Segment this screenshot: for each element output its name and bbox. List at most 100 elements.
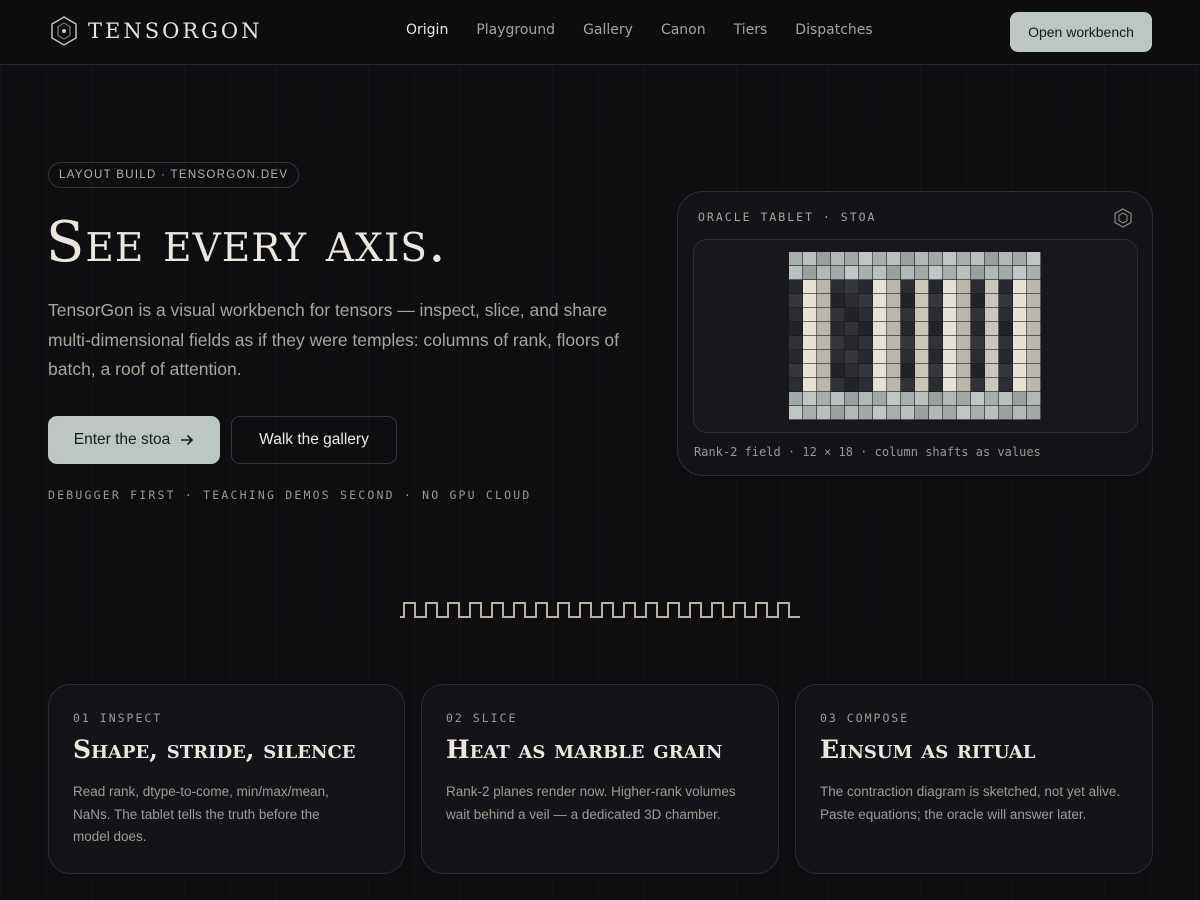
field-cell: [803, 280, 817, 294]
brand[interactable]: TENSORGON: [50, 16, 263, 46]
field-cell: [971, 322, 985, 336]
field-cell: [845, 308, 859, 322]
field-cell: [929, 378, 943, 392]
nav-link-tiers[interactable]: Tiers: [734, 22, 768, 38]
field-cell: [999, 294, 1013, 308]
card-body: Read rank, dtype-to-come, min/max/mean, …: [73, 784, 329, 844]
field-cell: [957, 336, 971, 350]
field-cell: [803, 252, 817, 266]
field-cell: [985, 364, 999, 378]
field-cell: [915, 392, 929, 406]
hero-tagline: DEBUGGER FIRST · TEACHING DEMOS SECOND ·…: [48, 488, 532, 502]
field-cell: [901, 364, 915, 378]
field-cell: [971, 364, 985, 378]
field-cell: [1027, 378, 1041, 392]
field-cell: [985, 392, 999, 406]
field-cell: [887, 350, 901, 364]
field-cell: [831, 252, 845, 266]
field-cell: [803, 406, 817, 420]
field-cell: [873, 308, 887, 322]
field-cell: [943, 252, 957, 266]
field-cell: [817, 336, 831, 350]
field-cell: [887, 392, 901, 406]
field-cell: [943, 378, 957, 392]
field-cell: [915, 364, 929, 378]
field-cell: [873, 336, 887, 350]
card-title: Shape, stride, silence: [73, 735, 356, 764]
field-cell: [859, 308, 873, 322]
field-cell: [1013, 322, 1027, 336]
field-cell: [859, 406, 873, 420]
field-cell: [929, 266, 943, 280]
field-cell: [929, 392, 943, 406]
field-cell: [831, 266, 845, 280]
tensor-field-heatmap[interactable]: [789, 252, 1041, 420]
field-cell: [901, 322, 915, 336]
field-cell: [803, 364, 817, 378]
field-cell: [789, 350, 803, 364]
field-cell: [929, 336, 943, 350]
field-cell: [943, 280, 957, 294]
field-cell: [943, 266, 957, 280]
field-cell: [789, 364, 803, 378]
field-cell: [1027, 392, 1041, 406]
hexagon-icon[interactable]: [1114, 208, 1132, 228]
field-cell: [915, 252, 929, 266]
nav-link-canon[interactable]: Canon: [661, 22, 706, 38]
field-cell: [1013, 350, 1027, 364]
field-cell: [999, 350, 1013, 364]
hero-title: See every axis.: [46, 210, 447, 275]
field-cell: [803, 266, 817, 280]
nav-link-playground[interactable]: Playground: [476, 22, 555, 38]
field-cell: [971, 392, 985, 406]
greek-key-divider: [400, 602, 800, 618]
field-cell: [817, 364, 831, 378]
nav-link-gallery[interactable]: Gallery: [583, 22, 633, 38]
field-cell: [1013, 252, 1027, 266]
field-cell: [831, 392, 845, 406]
field-cell: [817, 294, 831, 308]
field-cell: [789, 378, 803, 392]
field-cell: [957, 406, 971, 420]
field-cell: [831, 378, 845, 392]
nav-link-dispatches[interactable]: Dispatches: [795, 22, 872, 38]
field-cell: [845, 252, 859, 266]
tensor-field-pad[interactable]: [693, 239, 1138, 433]
field-cell: [859, 322, 873, 336]
field-cell: [985, 308, 999, 322]
enter-stoa-button[interactable]: Enter the stoa: [48, 416, 220, 464]
field-cell: [873, 266, 887, 280]
field-cell: [971, 266, 985, 280]
walk-gallery-button[interactable]: Walk the gallery: [231, 416, 397, 464]
field-cell: [1027, 280, 1041, 294]
field-cell: [971, 294, 985, 308]
field-cell: [1027, 322, 1041, 336]
hexagon-logo-icon: [51, 16, 77, 46]
brand-name: TENSORGON: [88, 19, 263, 43]
field-cell: [845, 364, 859, 378]
nav-links: Origin Playground Gallery Canon Tiers Di…: [406, 22, 873, 38]
field-cell: [957, 364, 971, 378]
field-cell: [1013, 392, 1027, 406]
field-cell: [817, 280, 831, 294]
field-cell: [831, 336, 845, 350]
field-cell: [957, 392, 971, 406]
hero-subtitle: TensorGon is a visual workbench for tens…: [48, 300, 619, 379]
field-cell: [845, 378, 859, 392]
field-cell: [985, 350, 999, 364]
field-cell: [971, 406, 985, 420]
nav-link-origin[interactable]: Origin: [406, 22, 448, 38]
field-cell: [999, 252, 1013, 266]
field-cell: [957, 252, 971, 266]
field-cell: [999, 322, 1013, 336]
field-cell: [887, 280, 901, 294]
field-cell: [845, 336, 859, 350]
field-cell: [901, 392, 915, 406]
field-cell: [789, 406, 803, 420]
field-cell: [957, 266, 971, 280]
field-cell: [1027, 364, 1041, 378]
field-cell: [887, 308, 901, 322]
field-cell: [803, 308, 817, 322]
open-workbench-button[interactable]: Open workbench: [1010, 12, 1152, 52]
card-body: The contraction diagram is sketched, not…: [820, 784, 1121, 822]
